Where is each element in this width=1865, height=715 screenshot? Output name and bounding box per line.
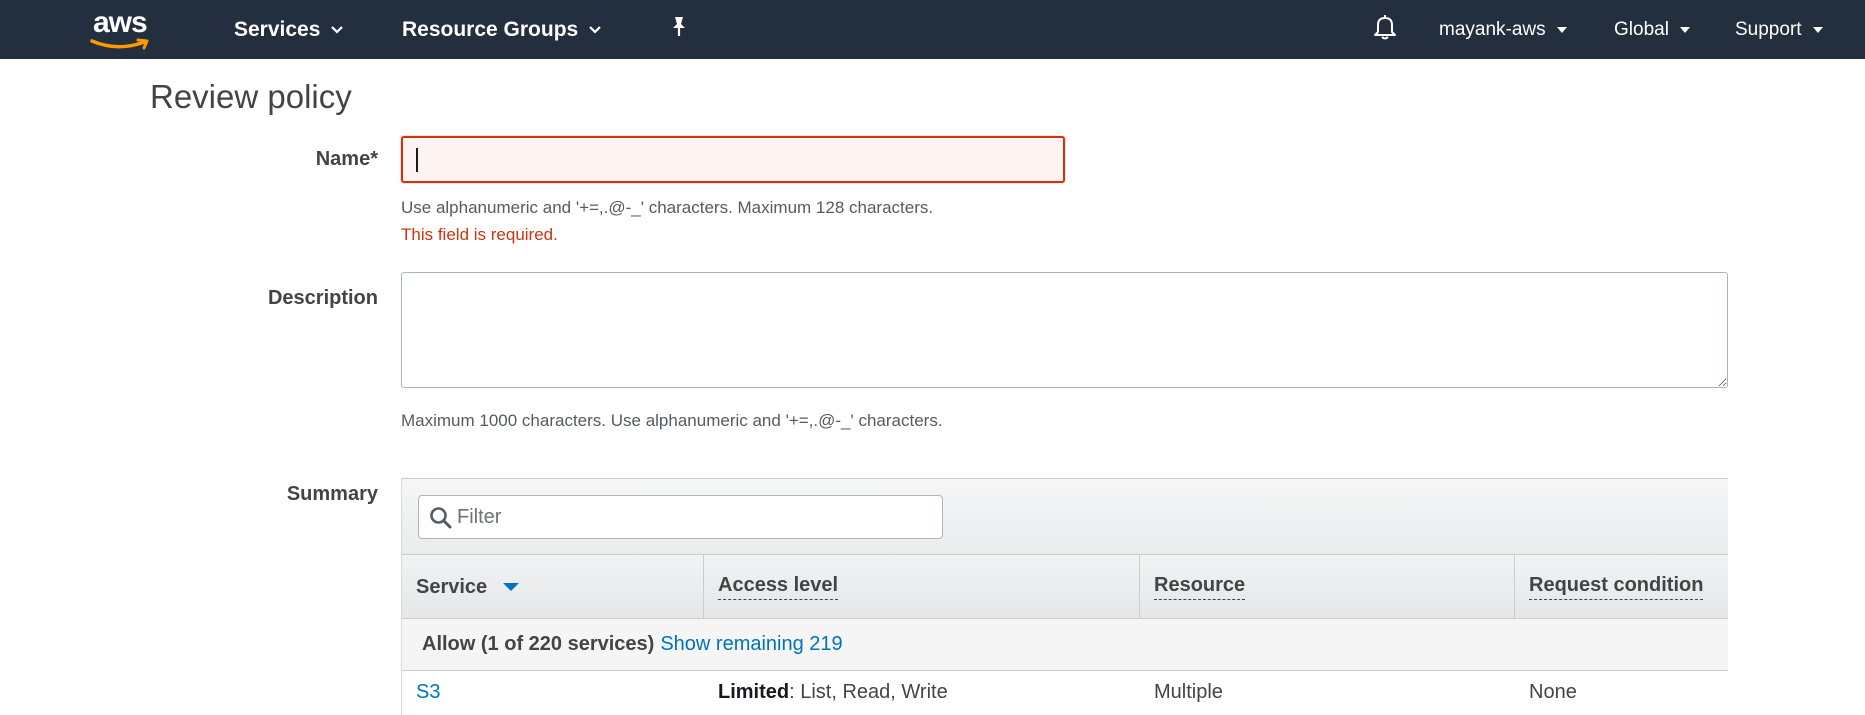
chevron-down-icon — [330, 21, 344, 39]
request-condition-cell: None — [1529, 681, 1577, 703]
aws-logo[interactable]: aws — [88, 6, 156, 50]
name-error-message: This field is required. — [401, 225, 558, 244]
column-header-label: Service — [416, 575, 488, 598]
account-menu-label: mayank-aws — [1439, 18, 1546, 40]
top-navigation-bar: aws Services Resource Groups mayank-aws … — [0, 0, 1865, 59]
description-label: Description — [267, 287, 378, 309]
sort-descending-icon — [503, 583, 520, 591]
aws-smile-icon — [90, 38, 149, 50]
resource-cell: Multiple — [1154, 681, 1223, 703]
column-header-label: Request condition — [1529, 574, 1704, 600]
caret-down-icon — [1812, 21, 1824, 39]
summary-toolbar — [402, 478, 1728, 555]
column-header-access-level[interactable]: Access level — [704, 555, 1140, 619]
region-menu-label: Global — [1614, 18, 1669, 40]
name-input[interactable] — [401, 136, 1065, 183]
bell-icon — [1372, 13, 1398, 46]
caret-down-icon — [1679, 21, 1691, 39]
column-header-request-condition[interactable]: Request condition — [1515, 555, 1728, 619]
services-menu-label: Services — [234, 17, 321, 41]
column-header-label: Access level — [718, 574, 839, 600]
access-level-strong: Limited — [718, 681, 790, 703]
page-title: Review policy — [150, 78, 352, 115]
name-hint: Use alphanumeric and '+=,.@-_' character… — [401, 198, 934, 217]
support-menu[interactable]: Support — [1735, 0, 1824, 59]
support-menu-label: Support — [1735, 18, 1802, 40]
column-header-resource[interactable]: Resource — [1140, 555, 1515, 619]
chevron-down-icon — [588, 21, 602, 39]
text-cursor — [416, 148, 418, 172]
search-icon — [430, 507, 452, 529]
access-level-cell: Limited: List, Read, Write — [718, 681, 948, 704]
pin-button[interactable] — [668, 0, 690, 59]
services-menu[interactable]: Services — [234, 0, 344, 59]
column-header-label: Resource — [1154, 574, 1246, 600]
show-remaining-link[interactable]: Show remaining 219 — [660, 633, 842, 656]
resource-groups-menu-label: Resource Groups — [402, 17, 579, 41]
account-menu[interactable]: mayank-aws — [1439, 0, 1568, 59]
summary-label: Summary — [286, 483, 378, 505]
pin-icon — [668, 15, 690, 44]
region-menu[interactable]: Global — [1614, 0, 1691, 59]
allow-group-label: Allow (1 of 220 services) — [422, 633, 655, 655]
summary-table: Service Access level Resource Request co… — [401, 478, 1728, 715]
table-header: Service Access level Resource Request co… — [402, 555, 1728, 619]
aws-logo-text: aws — [93, 6, 148, 39]
service-link[interactable]: S3 — [416, 681, 440, 704]
notifications-button[interactable] — [1372, 0, 1398, 59]
resource-groups-menu[interactable]: Resource Groups — [402, 0, 602, 59]
caret-down-icon — [1556, 21, 1568, 39]
filter-box[interactable] — [418, 495, 943, 539]
column-header-service[interactable]: Service — [402, 555, 704, 619]
access-level-detail: : List, Read, Write — [789, 681, 948, 703]
table-row: S3 Limited: List, Read, Write Multiple N… — [402, 671, 1728, 715]
name-label: Name* — [315, 148, 378, 170]
filter-input[interactable] — [457, 502, 927, 532]
allow-group-row: Allow (1 of 220 services) Show remaining… — [402, 619, 1728, 671]
description-textarea[interactable] — [401, 272, 1728, 388]
description-hint: Maximum 1000 characters. Use alphanumeri… — [401, 411, 943, 430]
